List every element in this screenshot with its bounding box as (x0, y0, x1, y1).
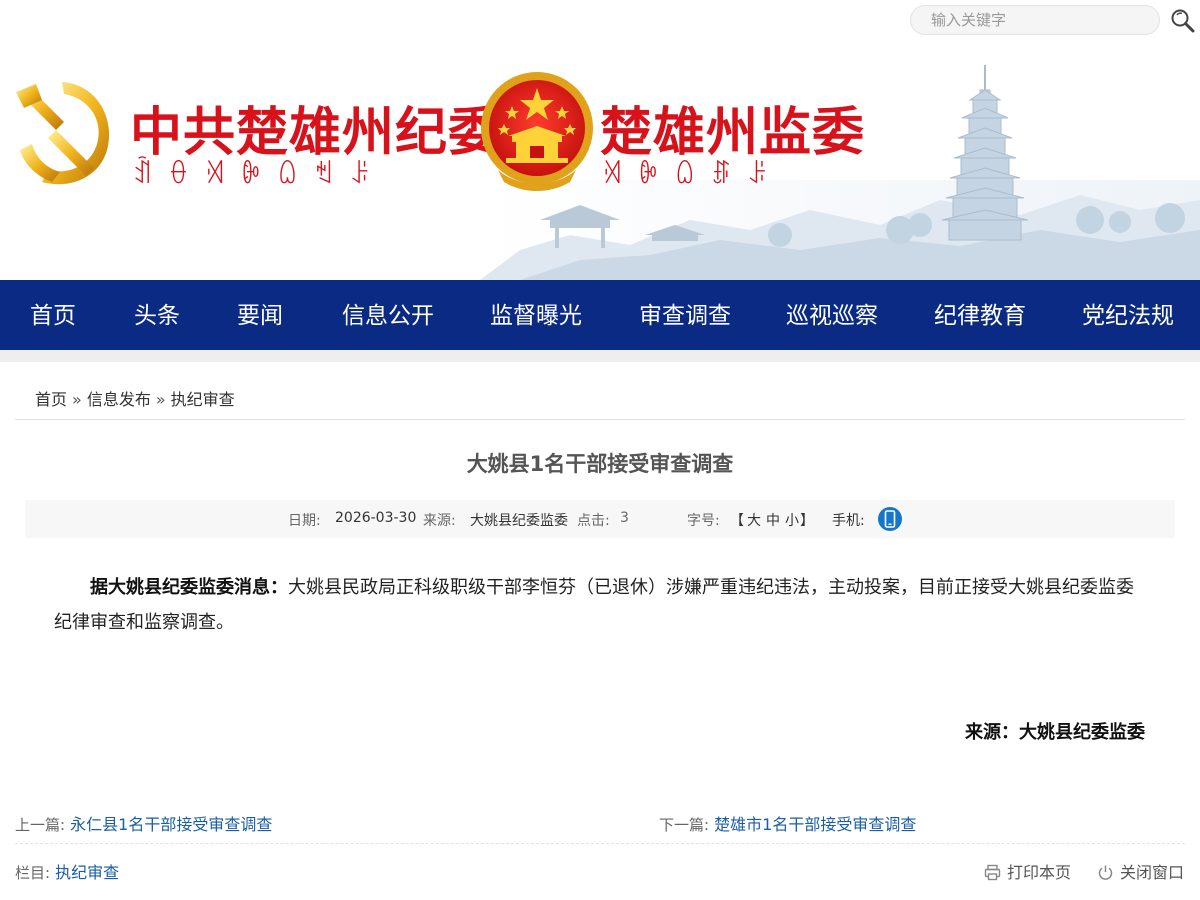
close-window-label: 关闭窗口 (1120, 863, 1185, 882)
breadcrumb-separator: » (155, 390, 166, 409)
search-box (910, 5, 1160, 35)
footer-divider (15, 843, 1185, 844)
print-page-button[interactable]: 打印本页 (984, 859, 1071, 883)
printer-icon (984, 864, 1001, 881)
font-size-label: 字号: (687, 513, 720, 529)
column-label: 栏目: (15, 864, 51, 882)
breadcrumb-info-release[interactable]: 信息发布 (87, 390, 151, 409)
search-input[interactable] (910, 5, 1160, 35)
prev-article-label: 上一篇: (15, 816, 66, 834)
nav-item-home[interactable]: 首页 (30, 280, 76, 350)
banner-left-title: 中共楚雄州纪委 (130, 103, 502, 163)
date-label: 日期: (288, 513, 321, 529)
article-meta-bar: 日期: 2026-03-30 来源: 大姚县纪委监委 点击: 3 字号: 【 大… (25, 500, 1175, 538)
next-article: 下一篇: 楚雄市1名干部接受审查调查 (659, 811, 916, 835)
breadcrumb-discipline-review[interactable]: 执纪审查 (171, 390, 235, 409)
main-nav: 首页 头条 要闻 信息公开 监督曝光 审查调查 巡视巡察 纪律教育 党纪法规 (0, 280, 1200, 350)
article-column: 栏目: 执纪审查 (15, 859, 119, 883)
article-lead: 据大姚县纪委监委消息： (90, 577, 288, 598)
article-body: 据大姚县纪委监委消息：大姚县民政局正科级职级干部李恒芬（已退休）涉嫌严重违纪违法… (54, 570, 1144, 640)
banner-left-subtitle: ꀉꂷꄉꐊꑘꈐꌠ (132, 160, 387, 190)
print-page-label: 打印本页 (1007, 863, 1072, 882)
nav-item-inspection[interactable]: 巡视巡察 (786, 280, 878, 350)
nav-item-headlines[interactable]: 头条 (134, 280, 180, 350)
clicks-count: 3 (620, 510, 629, 526)
nav-item-party-regulations[interactable]: 党纪法规 (1082, 280, 1174, 350)
next-article-label: 下一篇: (659, 816, 710, 834)
mobile-label: 手机: (832, 513, 865, 529)
search-icon[interactable] (1170, 8, 1196, 34)
nav-item-investigation[interactable]: 审查调查 (639, 280, 731, 350)
font-size-open-bracket: 【 (730, 513, 744, 529)
publish-date: 2026-03-30 (335, 510, 417, 526)
source-label: 来源: (423, 513, 456, 529)
prev-article: 上一篇: 永仁县1名干部接受审查调查 (15, 811, 272, 835)
nav-item-news[interactable]: 要闻 (237, 280, 283, 350)
breadcrumb-home[interactable]: 首页 (35, 390, 67, 409)
font-size-small-button[interactable]: 小 (785, 510, 799, 530)
party-emblem-icon (16, 82, 110, 185)
site-banner: 中共楚雄州纪委 ꀉꂷꄉꐊꑘꈐꌠ 楚雄州监委 ꄉꐊꑘꁓꌠ (0, 40, 1200, 280)
font-size-close-bracket: 】 (800, 513, 814, 529)
article-source-line: 来源：大姚县纪委监委 (965, 722, 1145, 743)
nav-item-info-disclosure[interactable]: 信息公开 (342, 280, 434, 350)
next-article-link[interactable]: 楚雄市1名干部接受审查调查 (714, 815, 916, 834)
breadcrumb: 首页» 信息发布» 执纪审查 (35, 386, 235, 410)
national-emblem-icon (481, 72, 593, 191)
prev-article-link[interactable]: 永仁县1名干部接受审查调查 (70, 815, 272, 834)
nav-item-discipline-education[interactable]: 纪律教育 (934, 280, 1026, 350)
power-icon (1098, 865, 1113, 880)
column-link[interactable]: 执纪审查 (55, 863, 119, 882)
breadcrumb-separator: » (72, 390, 82, 409)
article-title: 大姚县1名干部接受审查调查 (466, 452, 734, 476)
font-size-large-button[interactable]: 大 (747, 510, 761, 530)
nav-item-supervision[interactable]: 监督曝光 (490, 280, 582, 350)
breadcrumb-divider (15, 419, 1185, 420)
clicks-label: 点击: (577, 513, 610, 529)
banner-right-title: 楚雄州监委 (600, 103, 866, 163)
nav-divider (0, 350, 1200, 362)
font-size-medium-button[interactable]: 中 (766, 510, 780, 530)
banner-right-subtitle: ꄉꐊꑘꁓꌠ (602, 160, 784, 190)
mobile-phone-icon[interactable] (878, 507, 902, 531)
source-value: 大姚县纪委监委 (470, 513, 568, 529)
close-window-button[interactable]: 关闭窗口 (1097, 859, 1184, 883)
